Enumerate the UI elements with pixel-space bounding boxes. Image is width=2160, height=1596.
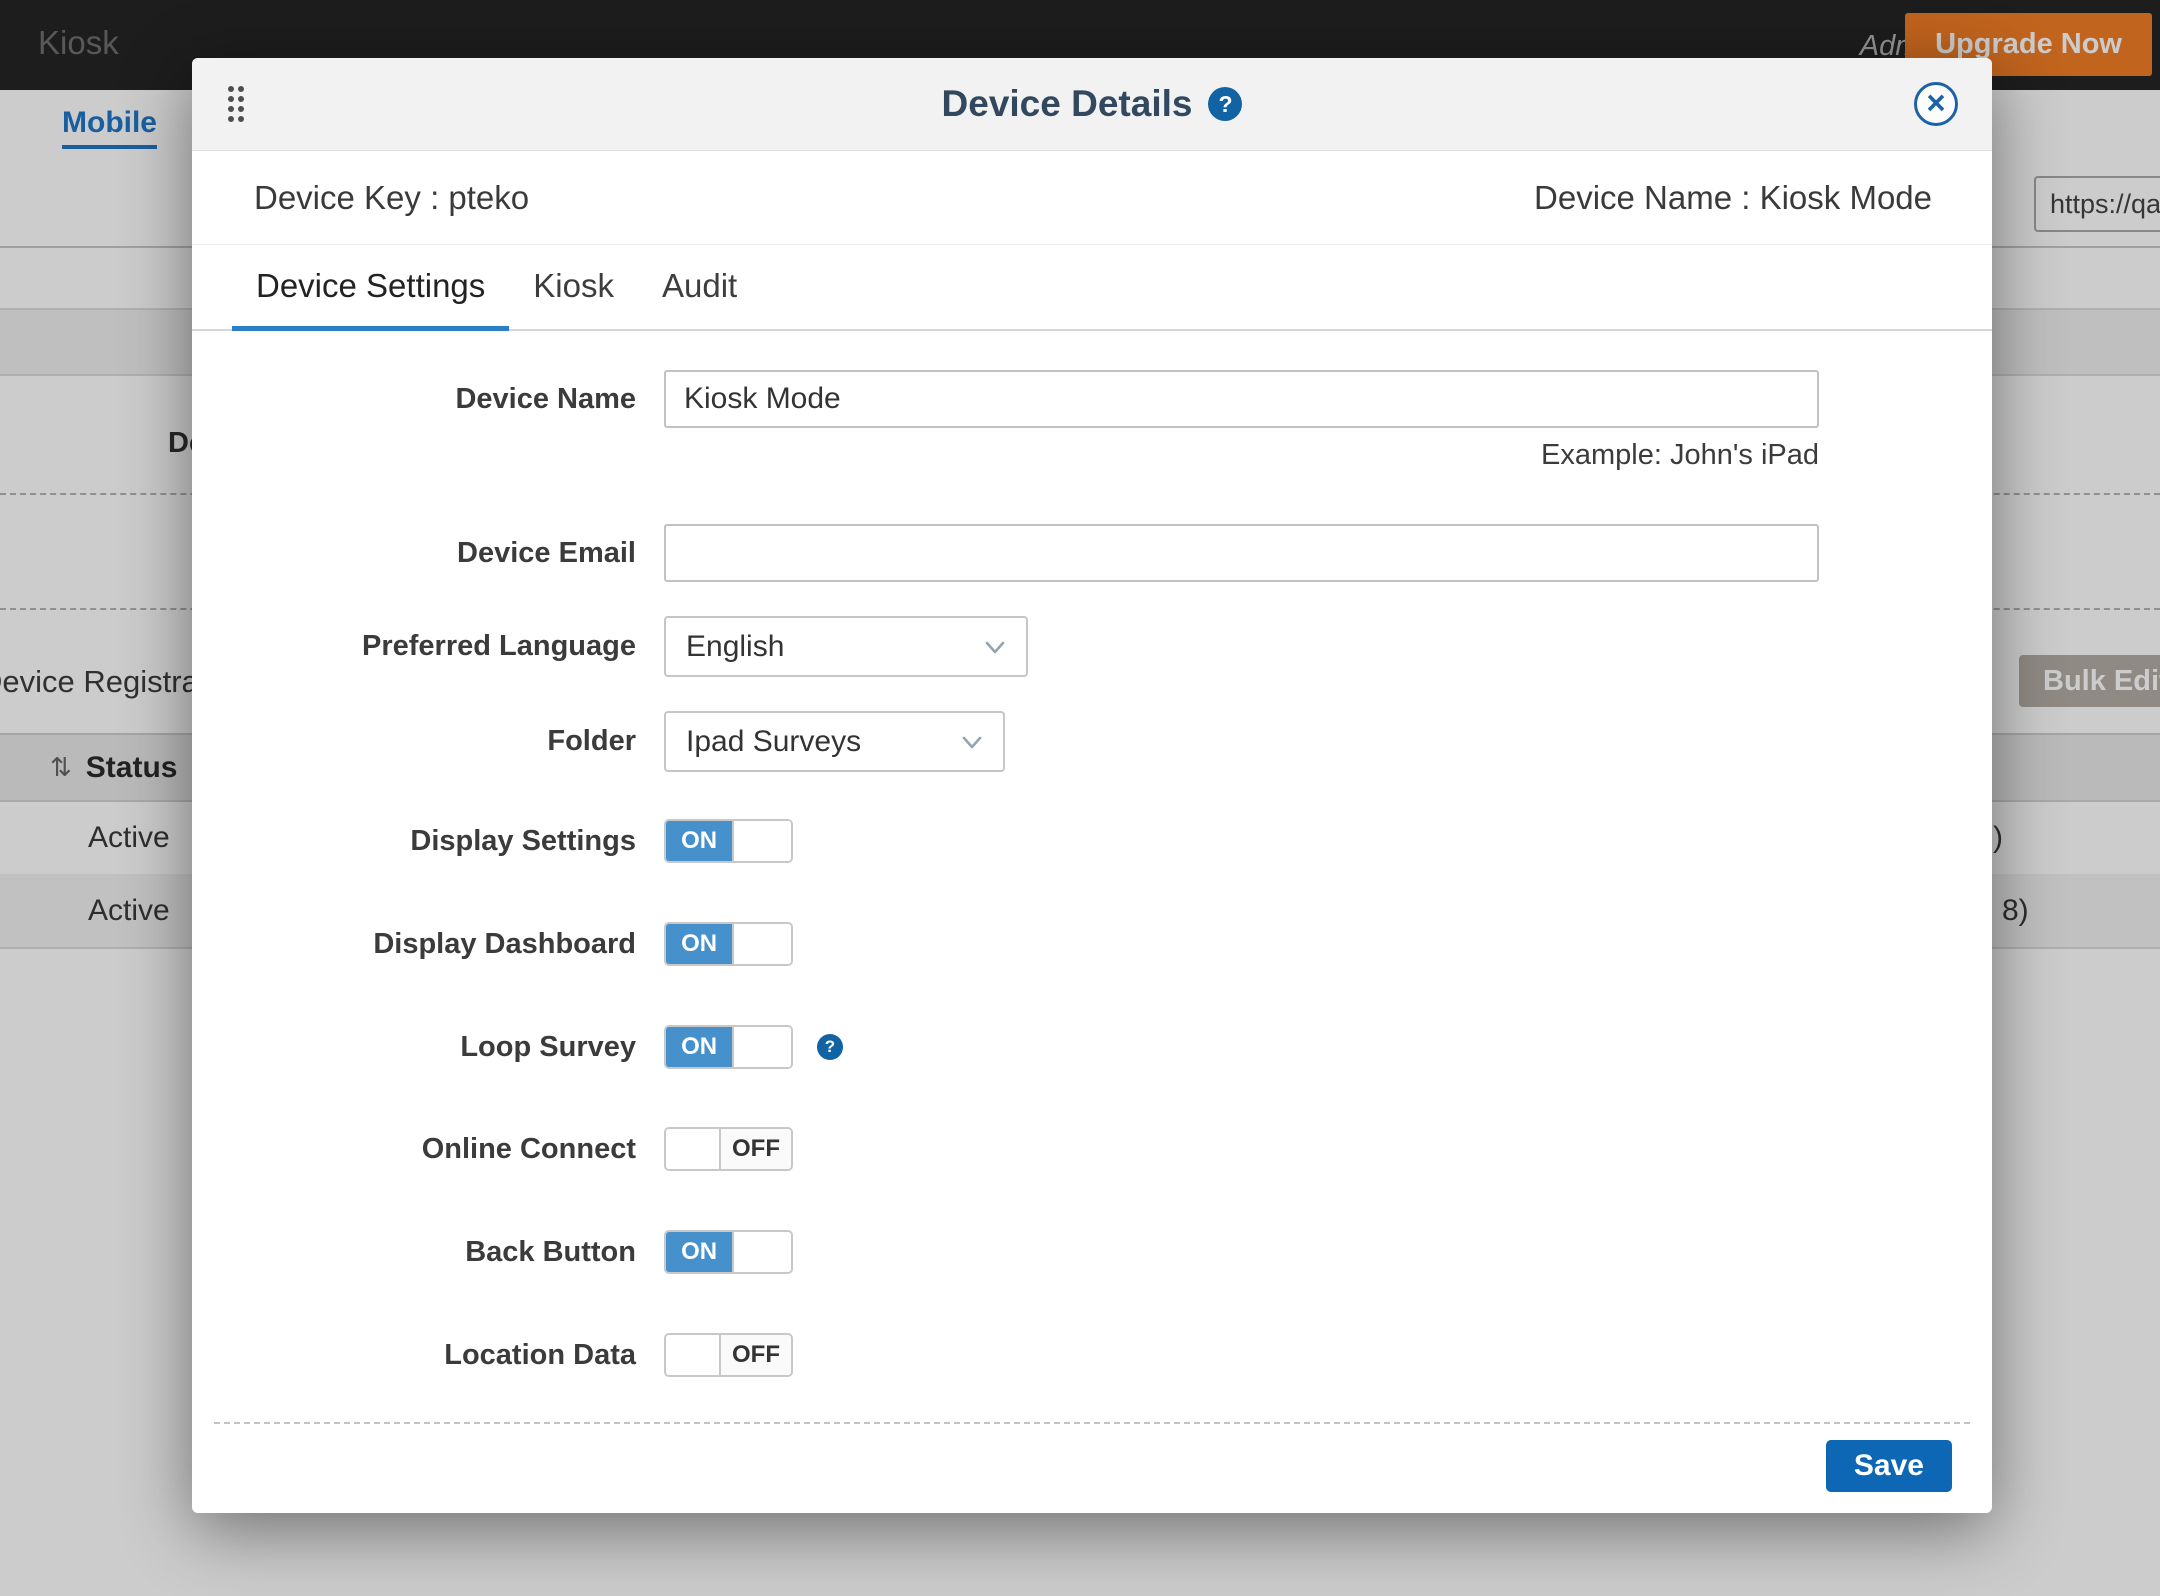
form-row-preferred-language: Preferred Language English — [192, 616, 1028, 677]
form-row-device-name: Device Name — [192, 370, 1819, 428]
help-icon[interactable]: ? — [1208, 87, 1242, 121]
folder-select[interactable]: Ipad Surveys — [664, 711, 1005, 772]
form-row-display-dashboard: Display Dashboard ON — [192, 922, 793, 966]
back-button-label: Back Button — [192, 1236, 636, 1269]
toggle-handle — [666, 1335, 721, 1375]
close-icon: × — [1926, 86, 1945, 119]
toggle-on-label: ON — [666, 1027, 732, 1067]
toggle-on-label: ON — [666, 1232, 732, 1272]
toggle-handle — [732, 1232, 791, 1272]
form-row-folder: Folder Ipad Surveys — [192, 711, 1005, 772]
form-row-loop-survey: Loop Survey ON ? — [192, 1025, 843, 1069]
footer-dashed-divider — [214, 1422, 1970, 1424]
form-row-back-button: Back Button ON — [192, 1230, 793, 1274]
selected-value: English — [686, 630, 784, 664]
loop-survey-label: Loop Survey — [192, 1031, 636, 1064]
form-row-display-settings: Display Settings ON — [192, 819, 793, 863]
form-row-device-email: Device Email — [192, 524, 1819, 582]
preferred-language-field-label: Preferred Language — [192, 630, 636, 663]
display-dashboard-toggle[interactable]: ON — [664, 922, 793, 966]
close-button[interactable]: × — [1914, 82, 1958, 126]
preferred-language-select[interactable]: English — [664, 616, 1028, 677]
chevron-down-icon — [982, 634, 1008, 660]
selected-value: Ipad Surveys — [686, 725, 861, 759]
form-row-location-data: Location Data OFF — [192, 1333, 793, 1377]
modal-header: Device Details ? × — [192, 58, 1992, 151]
tab-device-settings[interactable]: Device Settings — [232, 245, 509, 331]
display-settings-label: Display Settings — [192, 825, 636, 858]
device-key-text: Device Key : pteko — [254, 179, 529, 217]
online-connect-label: Online Connect — [192, 1133, 636, 1166]
tab-kiosk[interactable]: Kiosk — [509, 245, 638, 331]
modal-tabs: Device Settings Kiosk Audit — [192, 245, 1992, 331]
modal-subheader: Device Key : pteko Device Name : Kiosk M… — [192, 151, 1992, 245]
chevron-down-icon — [959, 729, 985, 755]
toggle-on-label: ON — [666, 924, 732, 964]
location-data-toggle[interactable]: OFF — [664, 1333, 793, 1377]
toggle-handle — [666, 1129, 721, 1169]
device-name-helper-text: Example: John's iPad — [664, 439, 1819, 472]
device-name-text: Device Name : Kiosk Mode — [1534, 179, 1932, 217]
device-details-modal: Device Details ? × Device Key : pteko De… — [192, 58, 1992, 1513]
modal-title: Device Details — [942, 83, 1193, 125]
display-dashboard-label: Display Dashboard — [192, 928, 636, 961]
form-row-online-connect: Online Connect OFF — [192, 1127, 793, 1171]
tab-audit[interactable]: Audit — [638, 245, 761, 331]
device-name-input[interactable] — [664, 370, 1819, 428]
online-connect-toggle[interactable]: OFF — [664, 1127, 793, 1171]
device-email-input[interactable] — [664, 524, 1819, 582]
toggle-on-label: ON — [666, 821, 732, 861]
folder-field-label: Folder — [192, 725, 636, 758]
modal-title-wrap: Device Details ? — [192, 58, 1992, 150]
loop-survey-help-icon[interactable]: ? — [817, 1034, 843, 1060]
location-data-label: Location Data — [192, 1339, 636, 1372]
toggle-handle — [732, 1027, 791, 1067]
toggle-off-label: OFF — [721, 1129, 791, 1169]
loop-survey-toggle[interactable]: ON — [664, 1025, 793, 1069]
save-button[interactable]: Save — [1826, 1440, 1952, 1492]
toggle-handle — [732, 924, 791, 964]
toggle-handle — [732, 821, 791, 861]
device-name-field-label: Device Name — [192, 383, 636, 416]
toggle-off-label: OFF — [721, 1335, 791, 1375]
device-email-field-label: Device Email — [192, 537, 636, 570]
back-button-toggle[interactable]: ON — [664, 1230, 793, 1274]
display-settings-toggle[interactable]: ON — [664, 819, 793, 863]
